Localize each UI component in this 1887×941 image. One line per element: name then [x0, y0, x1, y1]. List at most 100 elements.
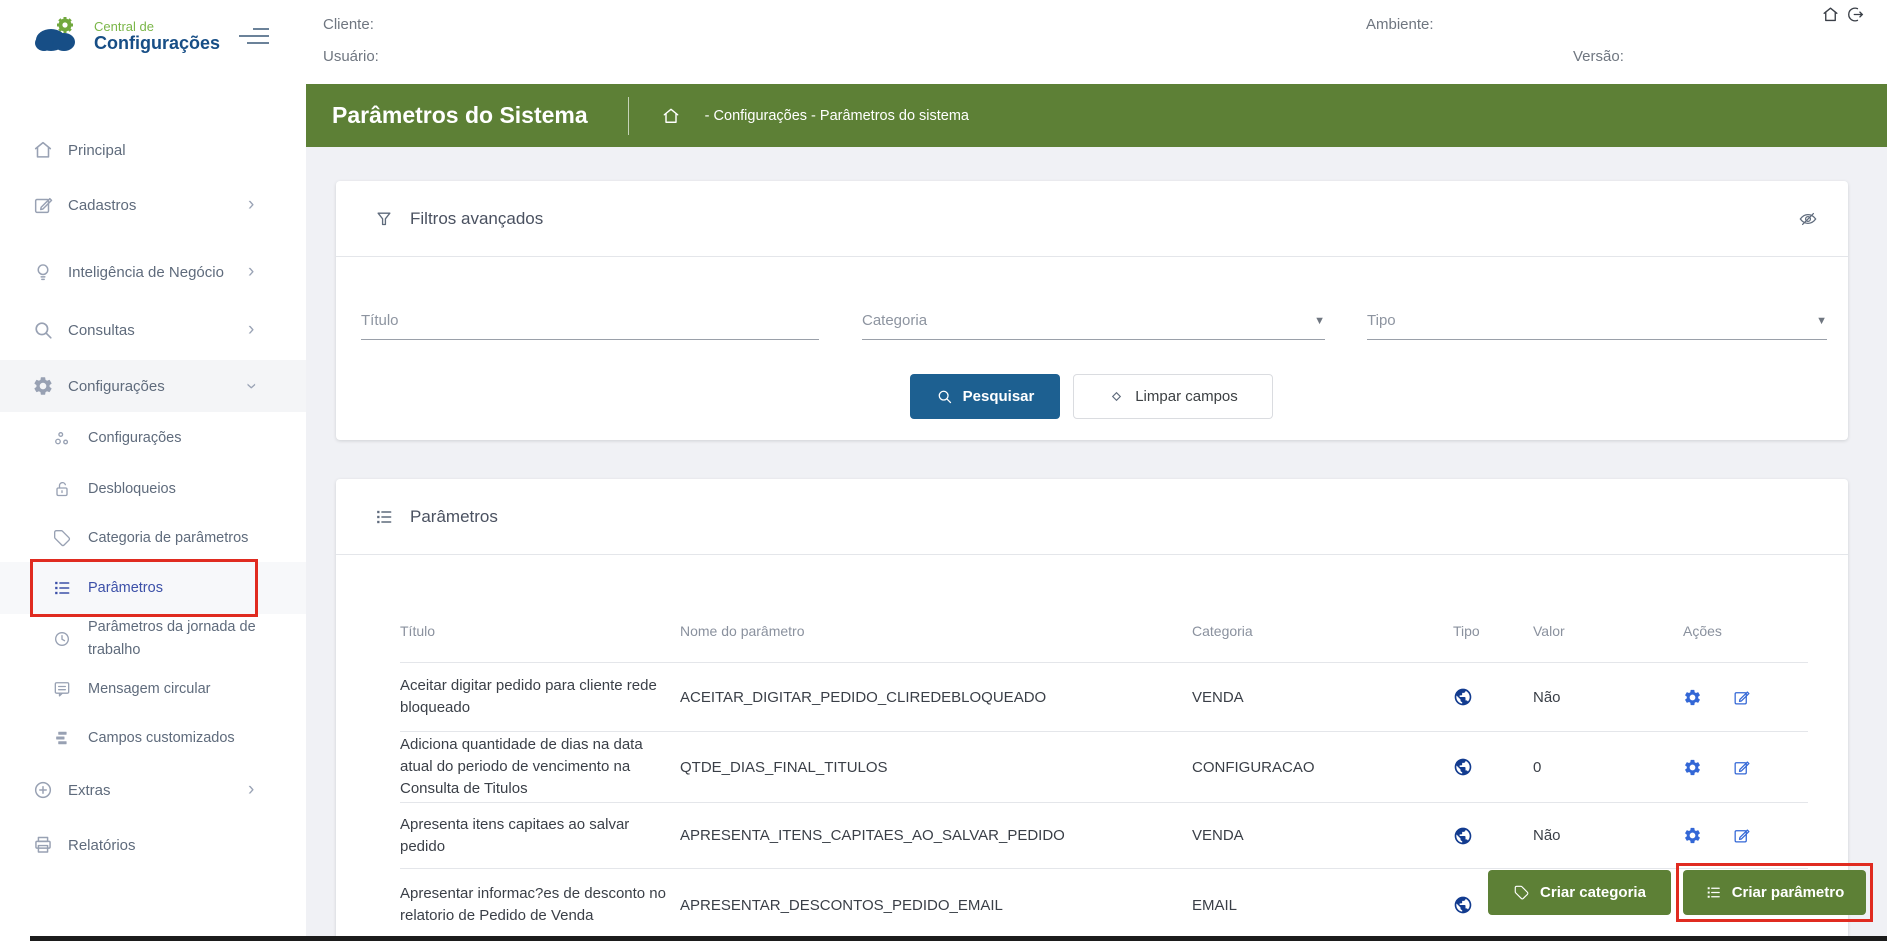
breadcrumb: - Configurações - Parâmetros do sistema — [705, 108, 969, 124]
main-content: Filtros avançados Categoria ▼ Tipo ▼ Pes… — [306, 147, 1887, 941]
table-row: Adiciona quantidade de dias na data atua… — [400, 732, 1808, 803]
tipo-field[interactable]: Tipo ▼ — [1367, 306, 1827, 340]
filter-funnel-icon — [374, 209, 394, 229]
sidebar-item-configuracoes[interactable]: Configurações › — [0, 360, 306, 412]
sidebar-item-label: Configurações — [88, 427, 263, 450]
page-header: Parâmetros do Sistema - Configurações - … — [306, 84, 1887, 147]
sidebar-item-label: Consultas — [68, 319, 243, 342]
cliente-label: Cliente: — [323, 16, 374, 33]
col-nome: Nome do parâmetro — [680, 623, 1192, 639]
cell-titulo: Adiciona quantidade de dias na data atua… — [400, 734, 680, 800]
sidebar-item-label: Extras — [68, 779, 243, 802]
categoria-select-value: Categoria — [862, 312, 1314, 329]
sidebar-subitem-parametros[interactable]: Parâmetros — [0, 562, 306, 614]
col-tipo: Tipo — [1453, 623, 1533, 639]
gear-icon — [32, 375, 54, 397]
list-icon — [1705, 884, 1722, 901]
plus-circle-icon — [32, 779, 54, 801]
sidebar-item-label: Mensagem circular — [88, 678, 263, 701]
sidebar-item-label: Relatórios — [68, 834, 243, 857]
row-settings-icon[interactable] — [1683, 826, 1702, 845]
sidebar-item-label: Categoria de parâmetros — [88, 527, 263, 550]
sidebar-item-relatorios[interactable]: Relatórios — [0, 820, 306, 870]
horizontal-scrollbar[interactable] — [30, 936, 1887, 941]
lightbulb-icon — [32, 261, 54, 283]
sidebar-subitem-desbloqueios[interactable]: Desbloqueios — [0, 464, 306, 514]
table-header-row: Título Nome do parâmetro Categoria Tipo … — [400, 599, 1808, 663]
sidebar-item-inteligencia-de-negocio[interactable]: Inteligência de Negócio › — [0, 242, 306, 302]
criar-parametro-button[interactable]: Criar parâmetro — [1683, 870, 1866, 915]
cell-nome: APRESENTA_ITENS_CAPITAES_AO_SALVAR_PEDID… — [680, 827, 1192, 844]
criar-categoria-label: Criar categoria — [1540, 884, 1646, 901]
search-icon — [936, 388, 953, 405]
sidebar-subitem-configuracoes[interactable]: Configurações — [0, 413, 306, 463]
sidebar-item-label: Principal — [68, 139, 243, 162]
parameters-title: Parâmetros — [410, 507, 498, 527]
cell-titulo: Apresentar informac?es de desconto no re… — [400, 883, 680, 927]
dropdown-arrow-icon: ▼ — [1314, 315, 1325, 327]
printer-icon — [32, 834, 54, 856]
sidebar-item-label: Inteligência de Negócio — [68, 261, 243, 284]
titulo-input[interactable] — [361, 306, 819, 340]
breadcrumb-home-icon[interactable] — [661, 106, 681, 126]
col-acoes: Ações — [1683, 623, 1808, 639]
row-edit-icon[interactable] — [1732, 758, 1751, 777]
menu-toggle-icon[interactable] — [237, 26, 269, 48]
cloud-logo-icon — [30, 14, 82, 56]
pesquisar-button-label: Pesquisar — [963, 388, 1035, 405]
categoria-field[interactable]: Categoria ▼ — [862, 306, 1325, 340]
table-row: Aceitar digitar pedido para cliente rede… — [400, 663, 1808, 732]
globe-icon — [1453, 687, 1473, 707]
app-logo[interactable]: Central de Configurações — [30, 10, 230, 74]
home-icon[interactable] — [1821, 5, 1840, 24]
topbar: Central de Configurações Cliente: Usuári… — [0, 0, 1887, 84]
sidebar-subitem-mensagem-circular[interactable]: Mensagem circular — [0, 664, 306, 714]
eraser-diamond-icon — [1108, 388, 1125, 405]
criar-parametro-label: Criar parâmetro — [1732, 884, 1845, 901]
hide-filters-icon[interactable] — [1798, 209, 1818, 229]
row-edit-icon[interactable] — [1732, 688, 1751, 707]
sidebar-item-principal[interactable]: Principal — [0, 125, 306, 175]
cell-nome: ACEITAR_DIGITAR_PEDIDO_CLIREDEBLOQUEADO — [680, 689, 1192, 706]
col-valor: Valor — [1533, 623, 1683, 639]
pesquisar-button[interactable]: Pesquisar — [910, 374, 1060, 419]
logo-text: Central de Configurações — [94, 20, 220, 54]
edit-icon — [32, 194, 54, 216]
search-icon — [32, 319, 54, 341]
cell-categoria: CONFIGURACAO — [1192, 759, 1453, 776]
nodes-icon — [52, 428, 72, 448]
annotation-red-box-criar-parametro: Criar parâmetro — [1676, 863, 1873, 922]
row-settings-icon[interactable] — [1683, 688, 1702, 707]
home-icon — [32, 139, 54, 161]
filters-title: Filtros avançados — [410, 209, 543, 229]
sidebar-item-extras[interactable]: Extras › — [0, 765, 306, 815]
cell-nome: QTDE_DIAS_FINAL_TITULOS — [680, 759, 1192, 776]
chevron-right-icon: › — [248, 779, 254, 801]
row-settings-icon[interactable] — [1683, 758, 1702, 777]
limpar-campos-button[interactable]: Limpar campos — [1073, 374, 1273, 419]
cell-nome: APRESENTAR_DESCONTOS_PEDIDO_EMAIL — [680, 897, 1192, 914]
categoria-select[interactable]: Categoria ▼ — [862, 306, 1325, 340]
logout-icon[interactable] — [1846, 5, 1865, 24]
titulo-field[interactable] — [361, 306, 819, 340]
sidebar-subitem-campos-customizados[interactable]: Campos customizados — [0, 713, 306, 763]
tag-icon — [52, 528, 72, 548]
sidebar-item-cadastros[interactable]: Cadastros › — [0, 180, 306, 230]
logo-line2: Configurações — [94, 34, 220, 54]
logo-line1: Central de — [94, 20, 220, 34]
row-edit-icon[interactable] — [1732, 826, 1751, 845]
sidebar-item-consultas[interactable]: Consultas › — [0, 305, 306, 355]
sidebar-subitem-categoria-de-parametros[interactable]: Categoria de parâmetros — [0, 508, 306, 568]
tipo-select[interactable]: Tipo ▼ — [1367, 306, 1827, 340]
clock-icon — [52, 629, 72, 649]
criar-categoria-button[interactable]: Criar categoria — [1488, 870, 1671, 915]
usuario-label: Usuário: — [323, 48, 379, 65]
cell-valor: Não — [1533, 827, 1683, 844]
ambiente-label: Ambiente: — [1366, 16, 1434, 33]
tipo-select-value: Tipo — [1367, 312, 1816, 329]
chevron-right-icon: › — [248, 261, 254, 283]
sidebar-item-label: Configurações — [68, 375, 243, 398]
message-icon — [52, 679, 72, 699]
dropdown-arrow-icon: ▼ — [1816, 315, 1827, 327]
sidebar-subitem-parametros-da-jornada[interactable]: Parâmetros da jornada de trabalho — [0, 609, 306, 669]
